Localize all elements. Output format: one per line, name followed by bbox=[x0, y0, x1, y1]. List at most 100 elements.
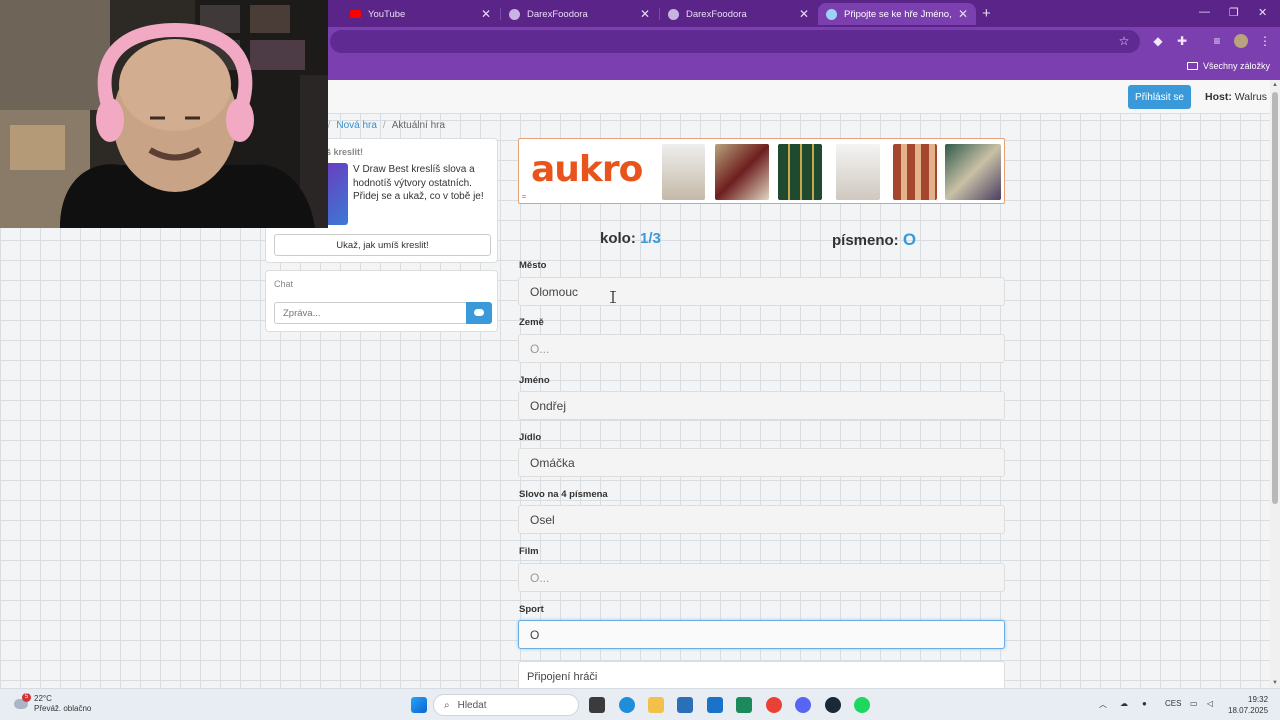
star-icon[interactable]: ☆ bbox=[1117, 34, 1131, 48]
login-button[interactable]: Přihlásit se bbox=[1128, 85, 1191, 109]
menu-icon[interactable]: ⋮ bbox=[1258, 34, 1272, 48]
minimize-button[interactable]: — bbox=[1199, 6, 1210, 18]
host-label: Host: bbox=[1205, 91, 1232, 103]
name-field[interactable] bbox=[518, 391, 1005, 420]
weather-text: 22°C Převáž. oblačno bbox=[34, 694, 91, 714]
puzzle-icon[interactable]: ✚ bbox=[1175, 34, 1189, 48]
avatar[interactable] bbox=[1234, 34, 1248, 48]
onedrive-icon[interactable]: ☁ bbox=[1120, 699, 1128, 708]
new-tab-button[interactable]: + bbox=[982, 5, 991, 22]
close-icon[interactable]: ✕ bbox=[481, 7, 491, 21]
spotify-icon[interactable] bbox=[854, 697, 870, 713]
letter-label: písmeno: bbox=[832, 232, 899, 249]
draw-best-button[interactable]: Ukaž, jak umíš kreslit! bbox=[274, 234, 491, 256]
system-clock[interactable]: 19:32 18.07.2025 bbox=[1228, 694, 1268, 716]
food-label: Jídlo bbox=[519, 432, 542, 443]
tab-title: DarexFoodora bbox=[686, 8, 747, 20]
store-icon[interactable] bbox=[677, 697, 693, 713]
ad-card-image bbox=[893, 144, 937, 200]
microphone-icon[interactable]: ● bbox=[1142, 699, 1147, 708]
restore-button[interactable]: ❐ bbox=[1229, 6, 1239, 19]
weather-temp: 22°C bbox=[34, 694, 52, 703]
close-icon[interactable]: ✕ bbox=[958, 7, 968, 21]
outlook-icon[interactable] bbox=[707, 697, 723, 713]
breadcrumb-new-game[interactable]: Nová hra bbox=[336, 120, 377, 131]
steam-icon[interactable] bbox=[825, 697, 841, 713]
windows-start-icon[interactable] bbox=[411, 697, 427, 713]
film-field[interactable] bbox=[518, 563, 1005, 592]
extension-icon[interactable]: ◆ bbox=[1151, 34, 1165, 48]
chat-title: Chat bbox=[274, 279, 294, 289]
four-letter-word-label: Slovo na 4 písmena bbox=[519, 489, 608, 500]
aukro-ad-banner[interactable]: aukro = bbox=[518, 138, 1005, 204]
weather-desc: Převáž. oblačno bbox=[34, 704, 92, 713]
promo-text: V Draw Best kreslíš slova a hodnotíš výt… bbox=[353, 164, 484, 202]
tab-title: YouTube bbox=[368, 8, 406, 20]
host-status: Host: Walrus bbox=[1205, 91, 1267, 103]
film-label: Film bbox=[519, 546, 539, 557]
ad-card-image bbox=[778, 144, 822, 200]
promo-title: š kreslit! bbox=[326, 147, 364, 157]
close-icon[interactable]: ✕ bbox=[799, 7, 809, 21]
players-title: Připojení hráči bbox=[527, 671, 598, 683]
bookmarks-folder-label: Všechny záložky bbox=[1202, 61, 1270, 71]
ad-card-image bbox=[836, 144, 880, 200]
chat-panel: Chat bbox=[265, 270, 498, 332]
round-info: kolo: 1/3 písmeno: O bbox=[518, 230, 1005, 250]
breadcrumb-separator: / bbox=[382, 120, 386, 131]
edge-icon[interactable] bbox=[619, 697, 635, 713]
media-icon[interactable]: ≡ bbox=[1210, 34, 1224, 48]
address-bar[interactable]: ☆ bbox=[330, 30, 1140, 53]
tab-game[interactable]: Připojte se ke hře Jméno, měst ✕ bbox=[818, 3, 976, 25]
network-icon[interactable]: ▭ bbox=[1190, 699, 1198, 708]
task-view-icon[interactable] bbox=[589, 697, 605, 713]
youtube-icon bbox=[350, 10, 361, 18]
all-bookmarks-folder[interactable]: Všechny záložky bbox=[1186, 61, 1270, 71]
chat-message-input[interactable] bbox=[274, 302, 466, 324]
country-field[interactable] bbox=[518, 334, 1005, 363]
ad-card-image bbox=[945, 144, 1001, 200]
scroll-down-icon[interactable]: ▼ bbox=[1272, 680, 1278, 686]
language-indicator[interactable]: CES bbox=[1165, 699, 1181, 708]
app-icon[interactable] bbox=[736, 697, 752, 713]
page-scrollbar[interactable]: ▲ ▼ bbox=[1270, 80, 1280, 688]
aukro-logo: aukro bbox=[531, 149, 643, 190]
name-label: Jméno bbox=[519, 375, 550, 386]
scrollbar-thumb[interactable] bbox=[1272, 92, 1278, 504]
sport-field[interactable] bbox=[518, 620, 1005, 649]
weather-widget[interactable]: 5 22°C Převáž. oblačno bbox=[14, 693, 91, 714]
close-window-button[interactable]: ✕ bbox=[1258, 6, 1267, 19]
globe-icon bbox=[668, 8, 679, 20]
round-value: 1/3 bbox=[640, 230, 661, 247]
connected-players-panel: Připojení hráči bbox=[518, 661, 1005, 688]
chrome-icon[interactable] bbox=[766, 697, 782, 713]
clock-date: 18.07.2025 bbox=[1228, 706, 1269, 715]
city-label: Město bbox=[519, 260, 547, 271]
chat-bubble-icon bbox=[474, 309, 484, 316]
ad-marker: = bbox=[522, 194, 527, 201]
round-label: kolo: bbox=[600, 230, 636, 247]
file-explorer-icon[interactable] bbox=[648, 697, 664, 713]
chat-send-button[interactable] bbox=[466, 302, 492, 324]
tab-title: Připojte se ke hře Jméno, měst bbox=[844, 8, 954, 20]
tray-chevron-icon[interactable]: ︿ bbox=[1099, 699, 1107, 710]
volume-icon[interactable]: ◁ bbox=[1207, 699, 1213, 708]
discord-icon[interactable] bbox=[795, 697, 811, 713]
taskbar-search[interactable]: ⌕ Hledat bbox=[433, 694, 579, 716]
taskbar: 5 22°C Převáž. oblačno ⌕ Hledat ︿ ☁ ● CE… bbox=[0, 688, 1280, 720]
tab-darexfoodora-2[interactable]: DarexFoodora ✕ bbox=[660, 3, 817, 25]
tab-darexfoodora[interactable]: DarexFoodora ✕ bbox=[501, 3, 658, 25]
tab-youtube[interactable]: YouTube ✕ bbox=[342, 3, 499, 25]
four-letter-word-field[interactable] bbox=[518, 505, 1005, 534]
ad-card-image bbox=[662, 144, 705, 200]
food-field[interactable] bbox=[518, 448, 1005, 477]
close-icon[interactable]: ✕ bbox=[640, 7, 650, 21]
breadcrumb-current: Aktuální hra bbox=[391, 120, 446, 131]
tab-title: DarexFoodora bbox=[527, 8, 588, 20]
city-field[interactable] bbox=[518, 277, 1005, 306]
webcam-overlay bbox=[0, 0, 328, 228]
scroll-up-icon[interactable]: ▲ bbox=[1272, 82, 1278, 88]
breadcrumb: a / Nová hra / Aktuální hra bbox=[316, 120, 445, 131]
cloud-icon: 5 bbox=[14, 693, 31, 709]
search-icon: ⌕ bbox=[444, 699, 450, 711]
